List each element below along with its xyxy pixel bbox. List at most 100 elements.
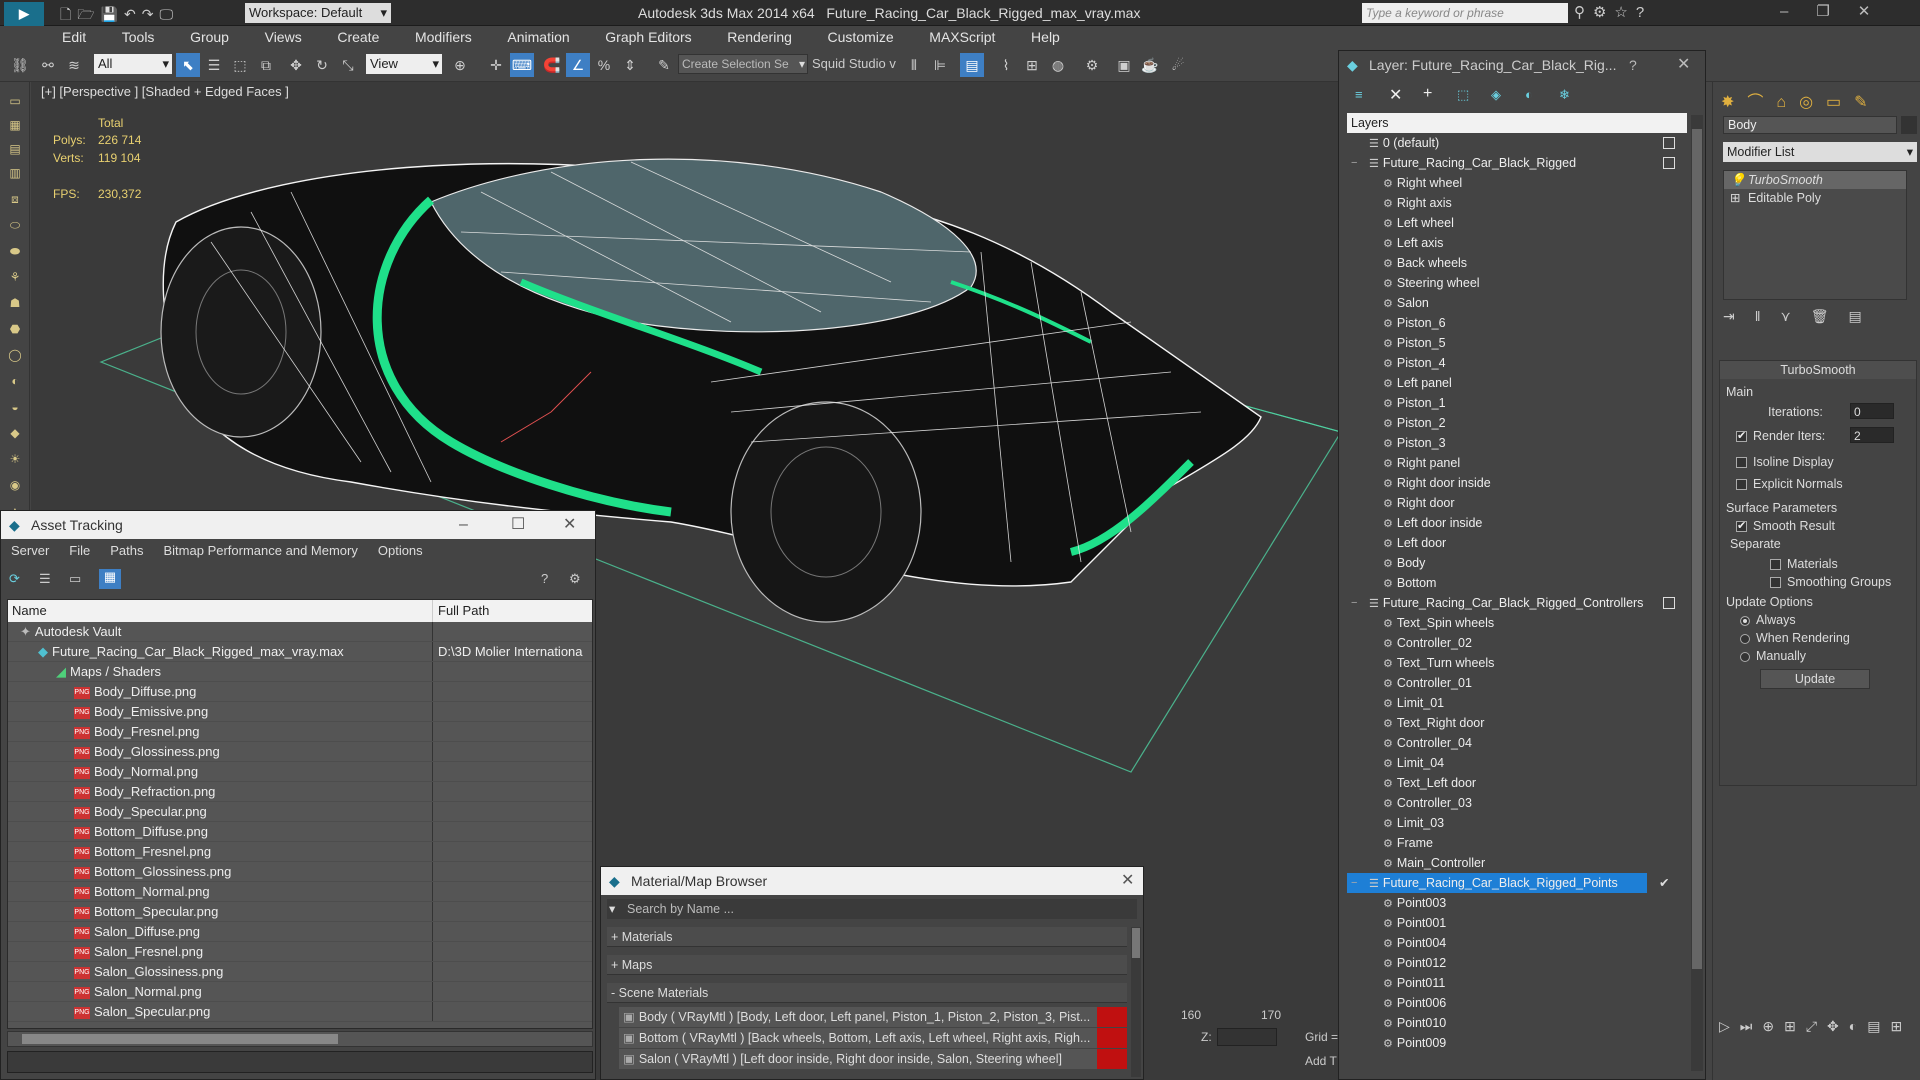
add-time-tag-button[interactable]: Add T [1305, 1054, 1337, 1068]
z-coord-input[interactable] [1217, 1028, 1277, 1046]
menu-edit[interactable]: Edit [46, 26, 102, 48]
layer-object-row[interactable]: ⚙ Right door inside [1347, 473, 1687, 493]
menu-customize[interactable]: Customize [812, 26, 910, 48]
layer-object-row[interactable]: ⚙ Left axis [1347, 233, 1687, 253]
asset-row[interactable]: PNG Salon_Fresnel.png [8, 942, 592, 962]
keyboard-shortcut-icon[interactable]: ⌨ [510, 53, 534, 77]
layer-object-row[interactable]: ⚙ Right wheel [1347, 173, 1687, 193]
asset-row[interactable]: ◆ Future_Racing_Car_Black_Rigged_max_vray… [8, 642, 592, 662]
asset-row[interactable]: PNG Body_Fresnel.png [8, 722, 592, 742]
material-item[interactable]: ▣ Bottom ( VRayMtl ) [Back wheels, Bottom… [619, 1028, 1127, 1048]
workspace-select[interactable]: Workspace: Default ▾ [245, 3, 391, 23]
menu-create[interactable]: Create [321, 26, 395, 48]
layer-help-button[interactable]: ? [1629, 51, 1637, 79]
asset-menu-server[interactable]: Server [1, 539, 59, 563]
layer-object-row[interactable]: ⚙ Point001 [1347, 913, 1687, 933]
asset-row[interactable]: PNG Body_Specular.png [8, 802, 592, 822]
layer-object-row[interactable]: ⚙ Controller_04 [1347, 733, 1687, 753]
tool-12-icon[interactable]: ◐ [6, 372, 24, 390]
freeze-all-icon[interactable]: ❄ [1559, 87, 1570, 103]
asset-menu-options[interactable]: Options [368, 539, 433, 563]
current-layer-check-icon[interactable]: ✔ [1659, 873, 1669, 893]
rollout-title[interactable]: TurboSmooth [1720, 361, 1916, 379]
layer-object-row[interactable]: ⚙ Controller_03 [1347, 793, 1687, 813]
layer-object-row[interactable]: ⚙ Controller_01 [1347, 673, 1687, 693]
render-iterative-icon[interactable]: ☄ [1166, 53, 1190, 77]
delete-layer-icon[interactable]: ✕ [1389, 85, 1402, 105]
layer-row[interactable]: ☰ 0 (default) [1347, 133, 1687, 153]
asset-row[interactable]: PNG Bottom_Fresnel.png [8, 842, 592, 862]
asset-row[interactable]: PNG Body_Emissive.png [8, 702, 592, 722]
asset-row[interactable]: PNG Bottom_Diffuse.png [8, 822, 592, 842]
command-panel-tabs[interactable]: ✸⌒⌂◎▭✎ [1721, 88, 1881, 112]
schematic-view-icon[interactable]: ⊞ [1020, 53, 1044, 77]
selection-filter-select[interactable]: All ▾ [94, 54, 172, 74]
collapse-icon[interactable]: − [1351, 873, 1357, 893]
quick-access-icons[interactable]: 🗋🗁💾↶↷🖵 [60, 4, 179, 28]
scrollbar-thumb[interactable] [1692, 129, 1702, 969]
section-maps[interactable]: + Maps [607, 955, 1127, 975]
layer-title-bar[interactable]: ◆ Layer: Future_Racing_Car_Black_Rig... … [1339, 51, 1705, 79]
layer-object-row[interactable]: ⚙ Point004 [1347, 933, 1687, 953]
layer-object-row[interactable]: ⚙ Piston_4 [1347, 353, 1687, 373]
smoothing-groups-checkbox[interactable]: Smoothing Groups [1770, 575, 1891, 589]
tool-7-icon[interactable]: ⬬ [6, 242, 24, 260]
layer-object-row[interactable]: ⚙ Body [1347, 553, 1687, 573]
snap-icon[interactable]: 🧲 [540, 53, 564, 77]
scrollbar-thumb[interactable] [22, 1034, 338, 1044]
menu-views[interactable]: Views [249, 26, 318, 48]
isoline-checkbox[interactable]: Isoline Display [1736, 455, 1834, 469]
select-object-icon[interactable]: ⬉ [176, 53, 200, 77]
asset-row[interactable]: PNG Salon_Glossiness.png [8, 962, 592, 982]
window-controls[interactable]: –❐✕ [1780, 2, 1898, 20]
edit-named-sets-icon[interactable]: ✎ [652, 53, 676, 77]
update-button[interactable]: Update [1760, 669, 1870, 689]
asset-menu-bitmap[interactable]: Bitmap Performance and Memory [154, 539, 368, 563]
update-manually-radio[interactable]: Manually [1740, 649, 1806, 663]
reference-coord-select[interactable]: View ▾ [366, 54, 442, 74]
help-icon[interactable]: ? [541, 571, 548, 586]
tool-4-icon[interactable]: ▥ [6, 164, 24, 182]
menu-graph-editors[interactable]: Graph Editors [589, 26, 707, 48]
layer-row[interactable]: − ☰ Future_Racing_Car_Black_Rigged [1347, 153, 1687, 173]
material-item[interactable]: ▣ Body ( VRayMtl ) [Body, Left door, Left… [619, 1007, 1127, 1027]
material-editor-icon[interactable]: ◍ [1046, 53, 1070, 77]
rect-selection-icon[interactable]: ⬚ [228, 53, 252, 77]
layer-object-row[interactable]: ⚙ Piston_6 [1347, 313, 1687, 333]
named-selection-set-input[interactable]: Create Selection Se ▾ [678, 54, 808, 74]
refresh-icon[interactable]: ⟳ [9, 571, 20, 587]
layer-object-row[interactable]: ⚙ Piston_2 [1347, 413, 1687, 433]
layer-object-row[interactable]: ⚙ Piston_3 [1347, 433, 1687, 453]
col-full-path[interactable]: Full Path [438, 600, 489, 622]
asset-row[interactable]: ✦ Autodesk Vault [8, 622, 592, 642]
infocenter-icons[interactable]: ⚲⚙☆? [1574, 3, 1652, 21]
squid-studio-button[interactable]: Squid Studio v [812, 56, 896, 71]
hide-all-icon[interactable]: ◐ [1525, 87, 1533, 102]
tool-10-icon[interactable]: ⬣ [6, 320, 24, 338]
layer-scrollbar[interactable] [1691, 115, 1703, 1071]
layer-visibility-checkbox[interactable] [1663, 157, 1675, 169]
render-production-icon[interactable]: ☕ [1138, 53, 1162, 77]
layer-object-row[interactable]: ⚙ Left door inside [1347, 513, 1687, 533]
app-logo-icon[interactable]: ▶ [4, 2, 44, 26]
expand-icon[interactable]: ⊞ [1730, 189, 1740, 207]
material-item[interactable]: ▣ Salon ( VRayMtl ) [Left door inside, Ri… [619, 1049, 1127, 1069]
layer-object-row[interactable]: ⚙ Text_Right door [1347, 713, 1687, 733]
close-icon[interactable]: ✕ [1677, 51, 1690, 79]
select-manipulate-icon[interactable]: ✛ [484, 53, 508, 77]
asset-row[interactable]: PNG Body_Glossiness.png [8, 742, 592, 762]
tool-15-icon[interactable]: ☀ [6, 450, 24, 468]
asset-row[interactable]: PNG Salon_Specular.png [8, 1002, 592, 1022]
layer-object-row[interactable]: ⚙ Piston_1 [1347, 393, 1687, 413]
smooth-result-checkbox[interactable]: Smooth Result [1736, 519, 1835, 533]
layer-object-row[interactable]: ⚙ Back wheels [1347, 253, 1687, 273]
render-setup-icon[interactable]: ⚙ [1080, 53, 1104, 77]
layer-object-row[interactable]: ⚙ Limit_01 [1347, 693, 1687, 713]
layer-object-row[interactable]: ⚙ Text_Turn wheels [1347, 653, 1687, 673]
menu-rendering[interactable]: Rendering [711, 26, 808, 48]
pivot-icon[interactable]: ⊕ [448, 53, 472, 77]
menu-group[interactable]: Group [174, 26, 245, 48]
layer-visibility-checkbox[interactable] [1663, 597, 1675, 609]
layer-object-row[interactable]: ⚙ Left panel [1347, 373, 1687, 393]
layer-object-row[interactable]: ⚙ Point006 [1347, 993, 1687, 1013]
